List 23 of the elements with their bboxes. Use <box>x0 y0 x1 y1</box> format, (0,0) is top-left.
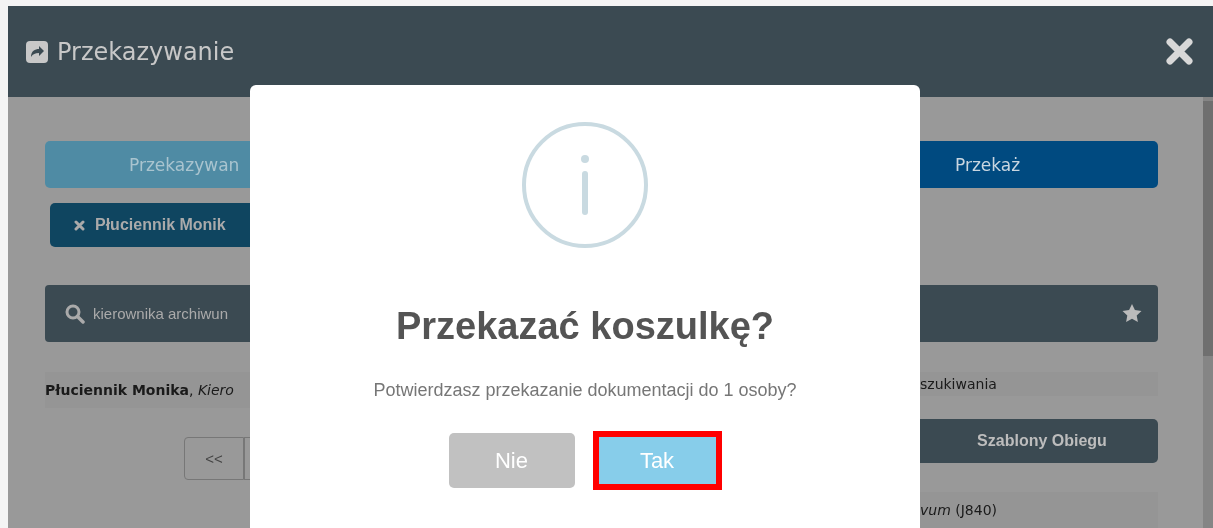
remove-icon <box>74 219 85 231</box>
result-row-text: Płuciennik Monika, Kiero <box>45 382 234 398</box>
person-chip[interactable]: Płuciennik Monik <box>50 203 250 247</box>
chip-label: Płuciennik Monik <box>95 216 226 234</box>
share-icon <box>26 40 48 63</box>
search-icon <box>65 303 85 324</box>
window-title: Przekazywanie <box>57 37 236 66</box>
tab[interactable]: Przekaż <box>920 141 1158 188</box>
close-icon <box>1166 38 1193 65</box>
info-icon <box>521 121 649 249</box>
tab[interactable]: Przekazywan <box>45 141 250 188</box>
scrollbar-thumb[interactable] <box>1203 101 1213 356</box>
result-row-text: szukiwania <box>920 376 997 392</box>
first-page-button[interactable]: << <box>184 437 244 480</box>
search-bar[interactable]: kierownika archiwun <box>45 285 250 342</box>
scrollbar[interactable] <box>1203 97 1213 528</box>
result-row-text: vum (J840) <box>920 502 998 518</box>
close-button[interactable] <box>1166 38 1193 65</box>
dialog-title: Przekazać koszulkę? <box>395 305 775 348</box>
templates-button[interactable]: Szablony Obiegu <box>920 419 1158 463</box>
search-input[interactable]: kierownika archiwun <box>93 305 233 322</box>
dialog-message: Potwierdzasz przekazanie dokumentacji do 1 osoby? <box>373 380 797 401</box>
star-icon[interactable] <box>1122 304 1142 323</box>
